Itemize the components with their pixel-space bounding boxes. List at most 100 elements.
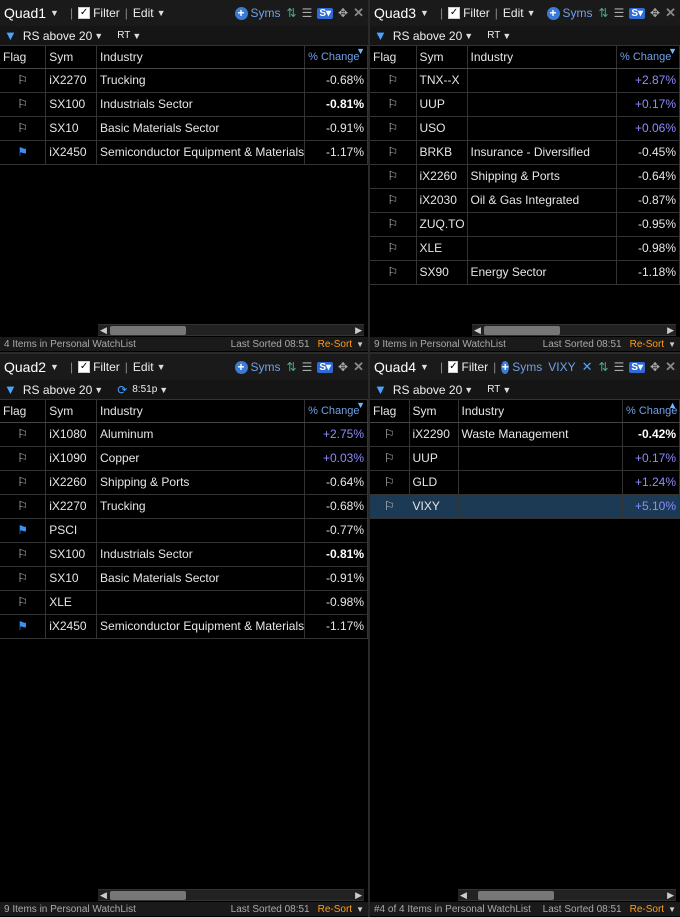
filter-checkbox[interactable]: ✓: [78, 7, 91, 19]
flag-cell[interactable]: ⚐: [370, 116, 417, 141]
symbol-cell[interactable]: iX2290: [409, 422, 459, 447]
close-icon[interactable]: ✕: [665, 359, 676, 375]
s-badge-icon[interactable]: S▾: [317, 361, 334, 373]
add-symbols-icon[interactable]: +: [546, 6, 560, 20]
sort-icon[interactable]: ⇅: [599, 6, 609, 20]
flag-cell[interactable]: ⚐: [0, 116, 47, 141]
funnel-icon[interactable]: ▼: [4, 382, 17, 397]
resort-button[interactable]: Re-Sort: [318, 904, 352, 915]
close-icon[interactable]: ✕: [353, 5, 364, 21]
flag-cell[interactable]: ⚐: [0, 566, 47, 591]
col-sym[interactable]: Sym: [45, 400, 98, 423]
table-row[interactable]: ⚐ iX2260 Shipping & Ports -0.64%: [0, 470, 368, 495]
scroll-thumb[interactable]: [478, 891, 554, 900]
table-row[interactable]: ⚐ USO +0.06%: [370, 116, 680, 141]
resort-button[interactable]: Re-Sort: [630, 339, 664, 350]
screen-chevron-icon[interactable]: ▼: [94, 31, 103, 41]
col-change[interactable]: % Change ▼: [304, 400, 368, 423]
symbol-cell[interactable]: ZUQ.TO: [416, 212, 468, 237]
screen-chevron-icon[interactable]: ▼: [464, 385, 473, 395]
filter-checkbox[interactable]: ✓: [78, 361, 91, 373]
edit-menu[interactable]: Edit: [133, 360, 154, 374]
blue-flag-icon[interactable]: ⚑: [17, 523, 28, 537]
horizontal-scrollbar[interactable]: ◀ ▶: [458, 889, 676, 901]
pane-name[interactable]: Quad2: [4, 359, 46, 375]
syms-button[interactable]: Syms: [563, 6, 593, 20]
flag-cell[interactable]: ⚑: [0, 518, 47, 543]
flag-icon[interactable]: ⚐: [384, 427, 395, 441]
flag-cell[interactable]: ⚐: [0, 68, 47, 93]
symbol-cell[interactable]: PSCI: [45, 518, 98, 543]
table-row[interactable]: ⚐ iX2270 Trucking -0.68%: [0, 494, 368, 519]
flag-icon[interactable]: ⚐: [17, 121, 28, 135]
scroll-left-icon[interactable]: ◀: [460, 890, 467, 901]
pane-menu-chevron-icon[interactable]: ▼: [420, 362, 429, 372]
list-menu-icon[interactable]: ☰: [614, 360, 625, 374]
resort-chevron-icon[interactable]: ▼: [668, 340, 676, 349]
flag-icon[interactable]: ⚐: [387, 241, 398, 255]
scroll-left-icon[interactable]: ◀: [474, 325, 481, 336]
scroll-thumb[interactable]: [110, 326, 186, 335]
table-row[interactable]: ⚐ iX1080 Aluminum +2.75%: [0, 422, 368, 447]
edit-menu[interactable]: Edit: [133, 6, 154, 20]
table-row[interactable]: ⚐ GLD +1.24%: [370, 470, 680, 495]
col-flag[interactable]: Flag: [0, 400, 47, 423]
symbol-cell[interactable]: UUP: [409, 446, 459, 471]
flag-cell[interactable]: ⚐: [0, 422, 47, 447]
symbol-cell[interactable]: iX2270: [45, 494, 98, 519]
flag-icon[interactable]: ⚐: [387, 73, 398, 87]
horizontal-scrollbar[interactable]: ◀ ▶: [98, 889, 364, 901]
flag-icon[interactable]: ⚐: [17, 571, 28, 585]
scroll-right-icon[interactable]: ▶: [355, 325, 362, 336]
mode-select[interactable]: RT: [117, 30, 130, 41]
mode-select[interactable]: RT: [487, 30, 500, 41]
flag-cell[interactable]: ⚐: [370, 446, 410, 471]
funnel-icon[interactable]: ▼: [374, 382, 387, 397]
table-row[interactable]: ⚐ iX2260 Shipping & Ports -0.64%: [370, 164, 680, 189]
table-row[interactable]: ⚐ UUP +0.17%: [370, 92, 680, 117]
list-menu-icon[interactable]: ☰: [614, 6, 625, 20]
flag-cell[interactable]: ⚑: [0, 140, 47, 165]
scroll-left-icon[interactable]: ◀: [100, 890, 107, 901]
symbol-entry[interactable]: VIXY: [548, 360, 575, 374]
resort-chevron-icon[interactable]: ▼: [668, 905, 676, 914]
table-row[interactable]: ⚐ SX10 Basic Materials Sector -0.91%: [0, 566, 368, 591]
symbol-cell[interactable]: iX2030: [416, 188, 468, 213]
symbol-cell[interactable]: TNX--X: [416, 68, 468, 93]
col-flag[interactable]: Flag: [0, 46, 47, 69]
scroll-thumb[interactable]: [484, 326, 560, 335]
flag-icon[interactable]: ⚐: [384, 499, 395, 513]
table-row[interactable]: ⚑ iX2450 Semiconductor Equipment & Mater…: [0, 140, 368, 165]
flag-cell[interactable]: ⚐: [370, 68, 417, 93]
flag-cell[interactable]: ⚐: [370, 164, 417, 189]
flag-icon[interactable]: ⚐: [17, 73, 28, 87]
symbol-cell[interactable]: GLD: [409, 470, 459, 495]
col-change[interactable]: % Change ▲: [622, 400, 680, 423]
symbol-cell[interactable]: SX100: [45, 542, 98, 567]
symbol-cell[interactable]: UUP: [416, 92, 468, 117]
flag-cell[interactable]: ⚐: [0, 92, 47, 117]
flag-icon[interactable]: ⚐: [387, 121, 398, 135]
flag-icon[interactable]: ⚐: [17, 547, 28, 561]
symbol-cell[interactable]: BRKB: [416, 140, 468, 165]
flag-icon[interactable]: ⚐: [17, 97, 28, 111]
table-row[interactable]: ⚐ SX90 Energy Sector -1.18%: [370, 260, 680, 285]
horizontal-scrollbar[interactable]: ◀ ▶: [98, 324, 364, 336]
symbol-cell[interactable]: iX2260: [416, 164, 468, 189]
flag-icon[interactable]: ⚐: [17, 475, 28, 489]
screen-select[interactable]: RS above 20: [23, 29, 92, 43]
table-row[interactable]: ⚐ ZUQ.TO -0.95%: [370, 212, 680, 237]
screen-chevron-icon[interactable]: ▼: [464, 31, 473, 41]
screen-select[interactable]: RS above 20: [393, 29, 462, 43]
pane-menu-chevron-icon[interactable]: ▼: [50, 8, 59, 18]
edit-chevron-icon[interactable]: ▼: [527, 8, 536, 18]
mode-chevron-icon[interactable]: ▼: [502, 385, 511, 395]
symbol-cell[interactable]: SX90: [416, 260, 468, 285]
filter-label[interactable]: Filter: [463, 6, 490, 20]
pane-name[interactable]: Quad4: [374, 359, 416, 375]
symbol-cell[interactable]: SX10: [45, 566, 98, 591]
s-badge-icon[interactable]: S▾: [629, 361, 646, 373]
flag-icon[interactable]: ⚐: [17, 427, 28, 441]
move-icon[interactable]: ✥: [338, 360, 348, 374]
s-badge-icon[interactable]: S▾: [629, 7, 646, 19]
